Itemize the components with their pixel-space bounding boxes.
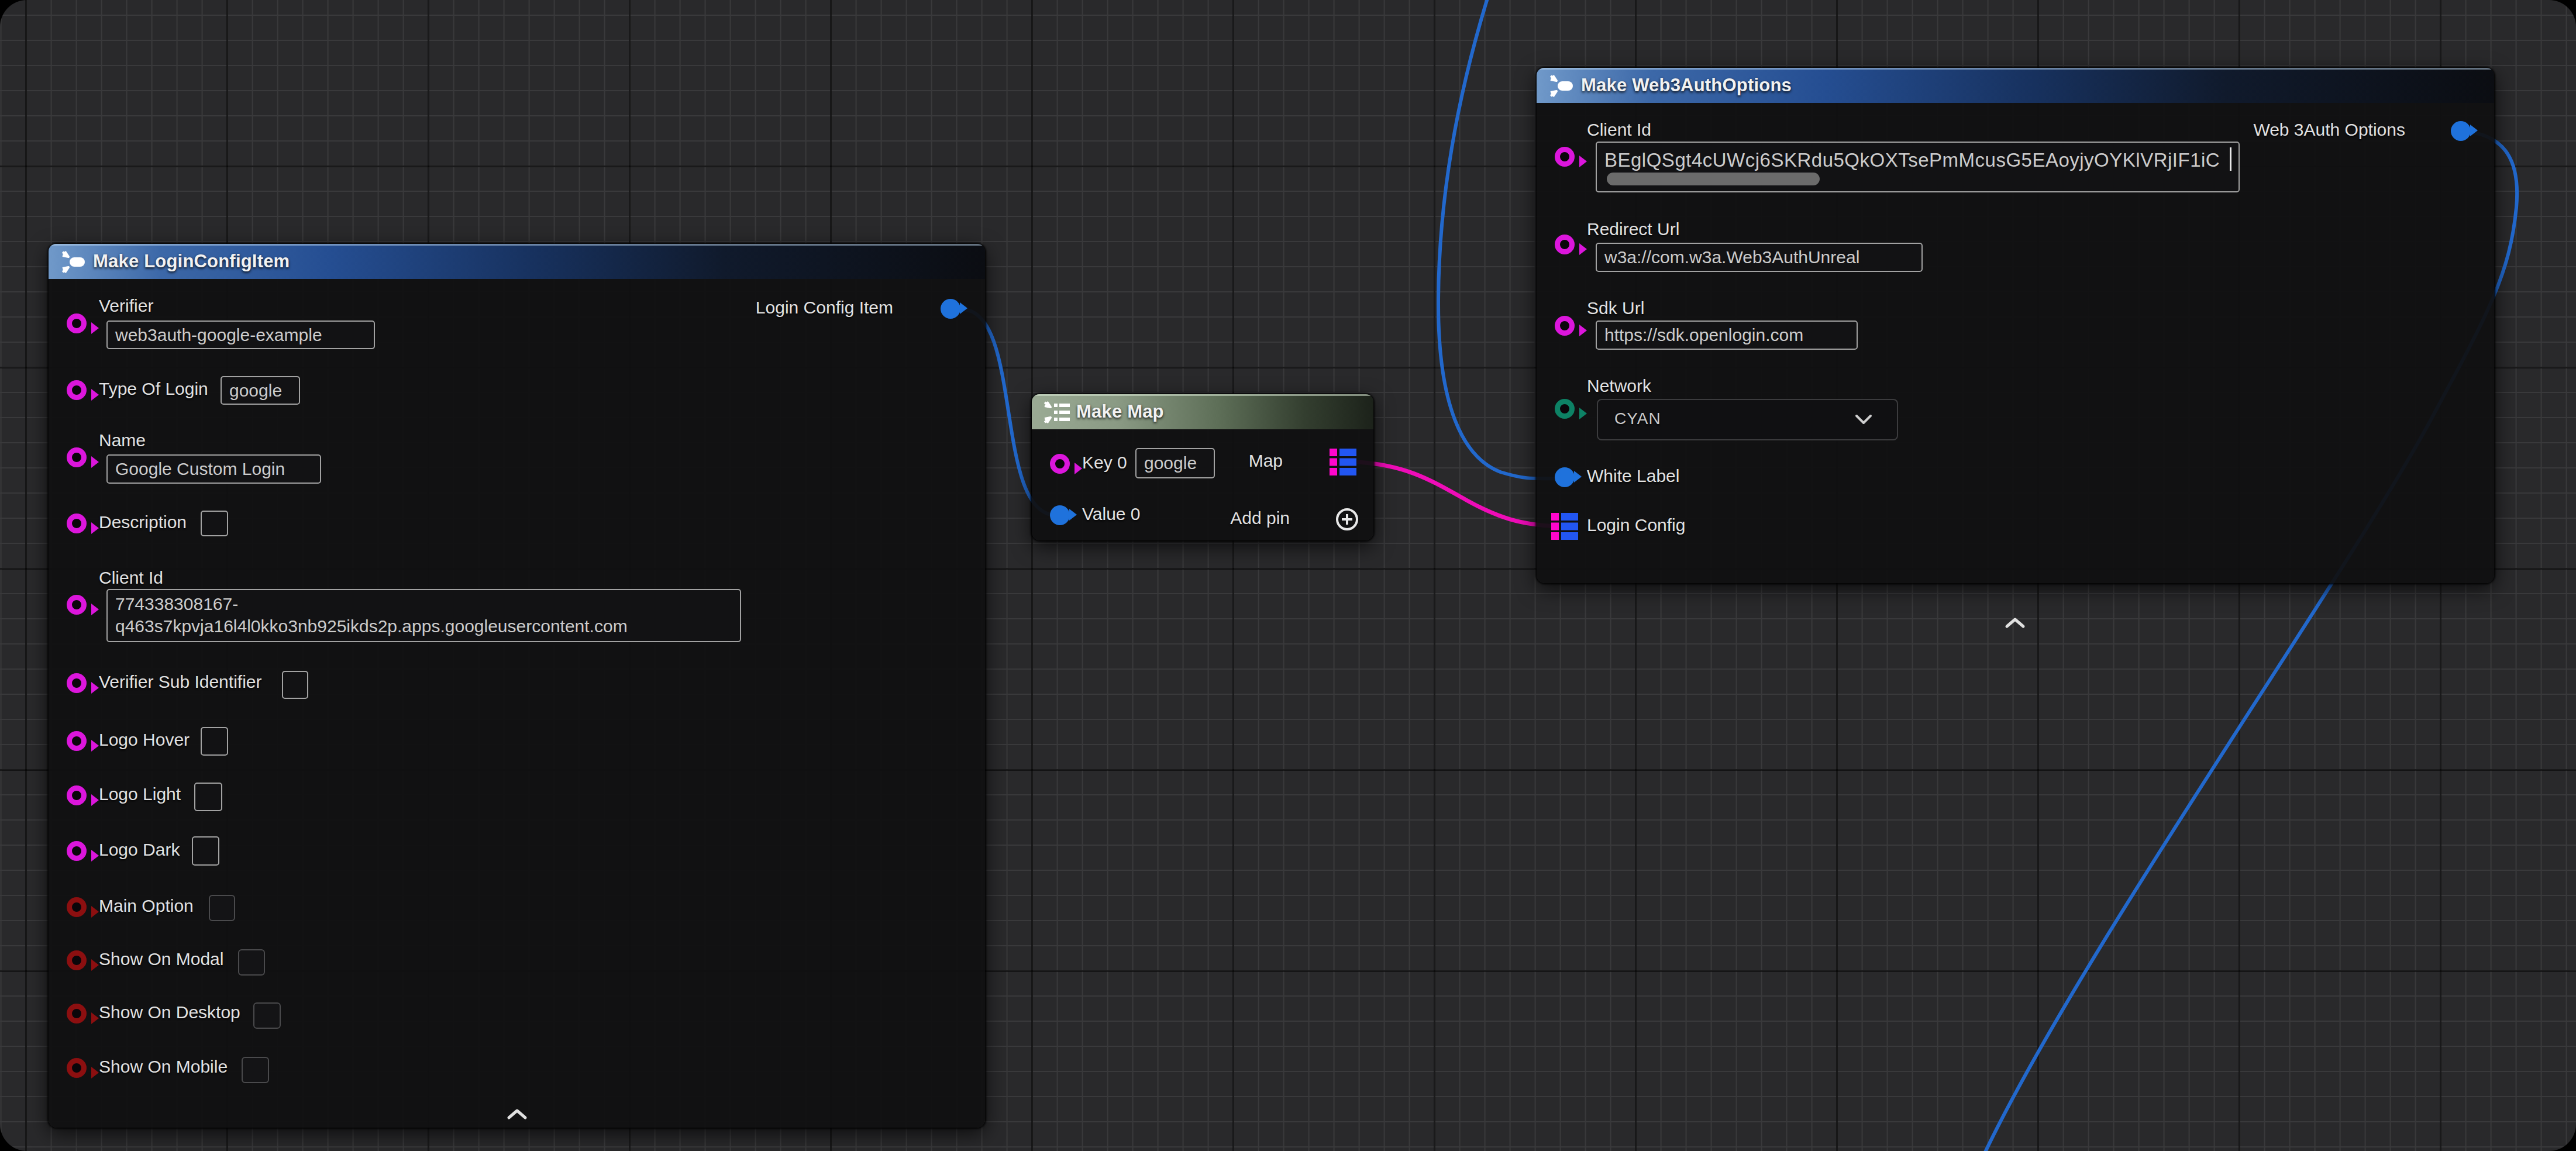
- pin-label: White Label: [1587, 466, 1679, 486]
- input-pin-client-id[interactable]: [1555, 147, 1575, 167]
- text-field-value: google: [222, 377, 299, 404]
- pin-label: Sdk Url: [1587, 298, 1644, 318]
- make-struct-icon: [59, 249, 86, 278]
- input-pin-description[interactable]: [67, 514, 87, 533]
- pin-label: Show On Modal: [99, 949, 223, 969]
- text-field-value: w3a://com.w3a.Web3AuthUnreal: [1597, 244, 1921, 271]
- node-make-map[interactable]: Make Map Key 0 google Value 0 Map Add pin: [1032, 394, 1373, 540]
- text-caret: [2230, 147, 2231, 171]
- text-field-value: google: [1137, 449, 1214, 477]
- node-make-web3authoptions[interactable]: Make Web3AuthOptions Client IdBEglQSgt4cU…: [1537, 68, 2494, 583]
- text-field-verifier-sub-identifier[interactable]: [282, 671, 308, 699]
- pin-label: Show On Mobile: [99, 1057, 228, 1077]
- output-pin-web-3auth-options[interactable]: [2451, 121, 2471, 141]
- make-map-icon: [1042, 399, 1072, 428]
- input-pin-logo-light[interactable]: [67, 785, 87, 805]
- pin-label: Logo Hover: [99, 730, 190, 750]
- add-pin-label[interactable]: Add pin: [1230, 508, 1290, 528]
- text-field-type-of-login[interactable]: google: [221, 376, 300, 405]
- text-field-redirect-url[interactable]: w3a://com.w3a.Web3AuthUnreal: [1596, 243, 1923, 272]
- input-pin-show-on-modal[interactable]: [67, 950, 87, 970]
- pin-label: Verifier: [99, 296, 153, 316]
- text-field-logo-hover[interactable]: [201, 727, 228, 756]
- input-pin-type-of-login[interactable]: [67, 380, 87, 400]
- input-pin-logo-hover[interactable]: [67, 731, 87, 751]
- pin-label: Logo Light: [99, 784, 181, 804]
- pin-label: Redirect Url: [1587, 219, 1679, 239]
- input-pin-redirect-url[interactable]: [1555, 235, 1575, 254]
- pin-label: Type Of Login: [99, 379, 208, 399]
- pin-label: Login Config: [1587, 515, 1685, 535]
- pin-label: Description: [99, 512, 187, 532]
- text-field-description[interactable]: [201, 511, 228, 536]
- checkbox-show-on-mobile[interactable]: [242, 1057, 269, 1083]
- text-field-logo-dark[interactable]: [192, 836, 219, 866]
- pin-label: Client Id: [1587, 120, 1651, 140]
- node-header[interactable]: Make LoginConfigItem: [49, 244, 985, 279]
- pin-label: Key 0: [1082, 453, 1127, 473]
- pin-label: Value 0: [1082, 504, 1141, 524]
- input-pin-value-0[interactable]: [1050, 505, 1070, 525]
- node-make-loginconfigitem[interactable]: Make LoginConfigItem Verifier web3auth-goo…: [49, 244, 985, 1128]
- input-pin-show-on-desktop[interactable]: [67, 1004, 87, 1024]
- input-pin-show-on-mobile[interactable]: [67, 1058, 87, 1078]
- input-pin-main-option[interactable]: [67, 897, 87, 917]
- pin-label: Logo Dark: [99, 840, 180, 860]
- pin-label: Network: [1587, 376, 1651, 396]
- text-scrollbar[interactable]: [1607, 173, 1820, 185]
- output-pin-login-config-item[interactable]: [941, 299, 960, 319]
- node-title: Make LoginConfigItem: [93, 251, 290, 272]
- pin-label: Verifier Sub Identifier: [99, 672, 261, 692]
- input-pin-verifier[interactable]: [67, 313, 87, 333]
- output-pin-label: Map: [1249, 451, 1283, 471]
- checkbox-show-on-desktop[interactable]: [253, 1002, 281, 1029]
- input-pin-sdk-url[interactable]: [1555, 316, 1575, 336]
- dropdown-value: CYAN: [1614, 409, 1661, 428]
- pin-label: Name: [99, 430, 146, 450]
- dropdown-network[interactable]: CYAN: [1597, 399, 1898, 440]
- node-header[interactable]: Make Map: [1032, 394, 1373, 429]
- wire-map-to-loginconfig[interactable]: [1357, 462, 1557, 526]
- checkbox-show-on-modal[interactable]: [238, 949, 265, 976]
- text-field-client-id[interactable]: 774338308167-q463s7kpvja16l4l0kko3nb925i…: [106, 589, 741, 642]
- input-pin-client-id[interactable]: [67, 595, 87, 615]
- chevron-down-icon: [1854, 413, 1874, 428]
- input-pin-login-config[interactable]: [1551, 513, 1578, 540]
- pin-label: Show On Desktop: [99, 1002, 240, 1022]
- text-field-logo-light[interactable]: [194, 783, 222, 811]
- input-pin-name[interactable]: [67, 447, 87, 467]
- input-pin-network[interactable]: [1555, 399, 1575, 419]
- text-field-sdk-url[interactable]: https://sdk.openlogin.com: [1596, 321, 1858, 350]
- make-struct-icon: [1547, 73, 1574, 102]
- checkbox-main-option[interactable]: [209, 895, 235, 921]
- text-field-name[interactable]: Google Custom Login: [106, 454, 321, 484]
- node-title: Make Web3AuthOptions: [1581, 75, 1792, 96]
- text-field-value: 774338308167-q463s7kpvja16l4l0kko3nb925i…: [108, 590, 740, 637]
- collapse-node-chevron-icon[interactable]: [505, 1108, 529, 1123]
- add-pin-icon[interactable]: [1334, 506, 1360, 535]
- text-field-value: https://sdk.openlogin.com: [1597, 322, 1857, 349]
- input-pin-white-label[interactable]: [1555, 467, 1575, 487]
- input-pin-key-0[interactable]: [1050, 454, 1070, 474]
- text-field-value: web3auth-google-example: [108, 322, 374, 348]
- text-field-verifier[interactable]: web3auth-google-example: [106, 321, 375, 349]
- output-pin-map[interactable]: [1330, 449, 1356, 475]
- output-pin-label: Login Config Item: [756, 298, 893, 318]
- node-header[interactable]: Make Web3AuthOptions: [1537, 68, 2494, 103]
- node-title: Make Map: [1076, 401, 1164, 422]
- collapse-node-chevron-icon[interactable]: [2003, 616, 2027, 632]
- input-pin-logo-dark[interactable]: [67, 841, 87, 861]
- pin-label: Client Id: [99, 568, 163, 588]
- text-field-client-id[interactable]: BEglQSgt4cUWcj6SKRdu5QkOXTsePmMcusG5EAoy…: [1596, 142, 2240, 192]
- blueprint-graph-canvas[interactable]: Make LoginConfigItem Verifier web3auth-goo…: [0, 0, 2576, 1151]
- text-field-value: Google Custom Login: [108, 456, 320, 483]
- output-pin-label: Web 3Auth Options: [2253, 120, 2405, 140]
- text-field-key-0[interactable]: google: [1135, 448, 1215, 478]
- pin-label: Main Option: [99, 896, 194, 916]
- input-pin-verifier-sub-identifier[interactable]: [67, 673, 87, 693]
